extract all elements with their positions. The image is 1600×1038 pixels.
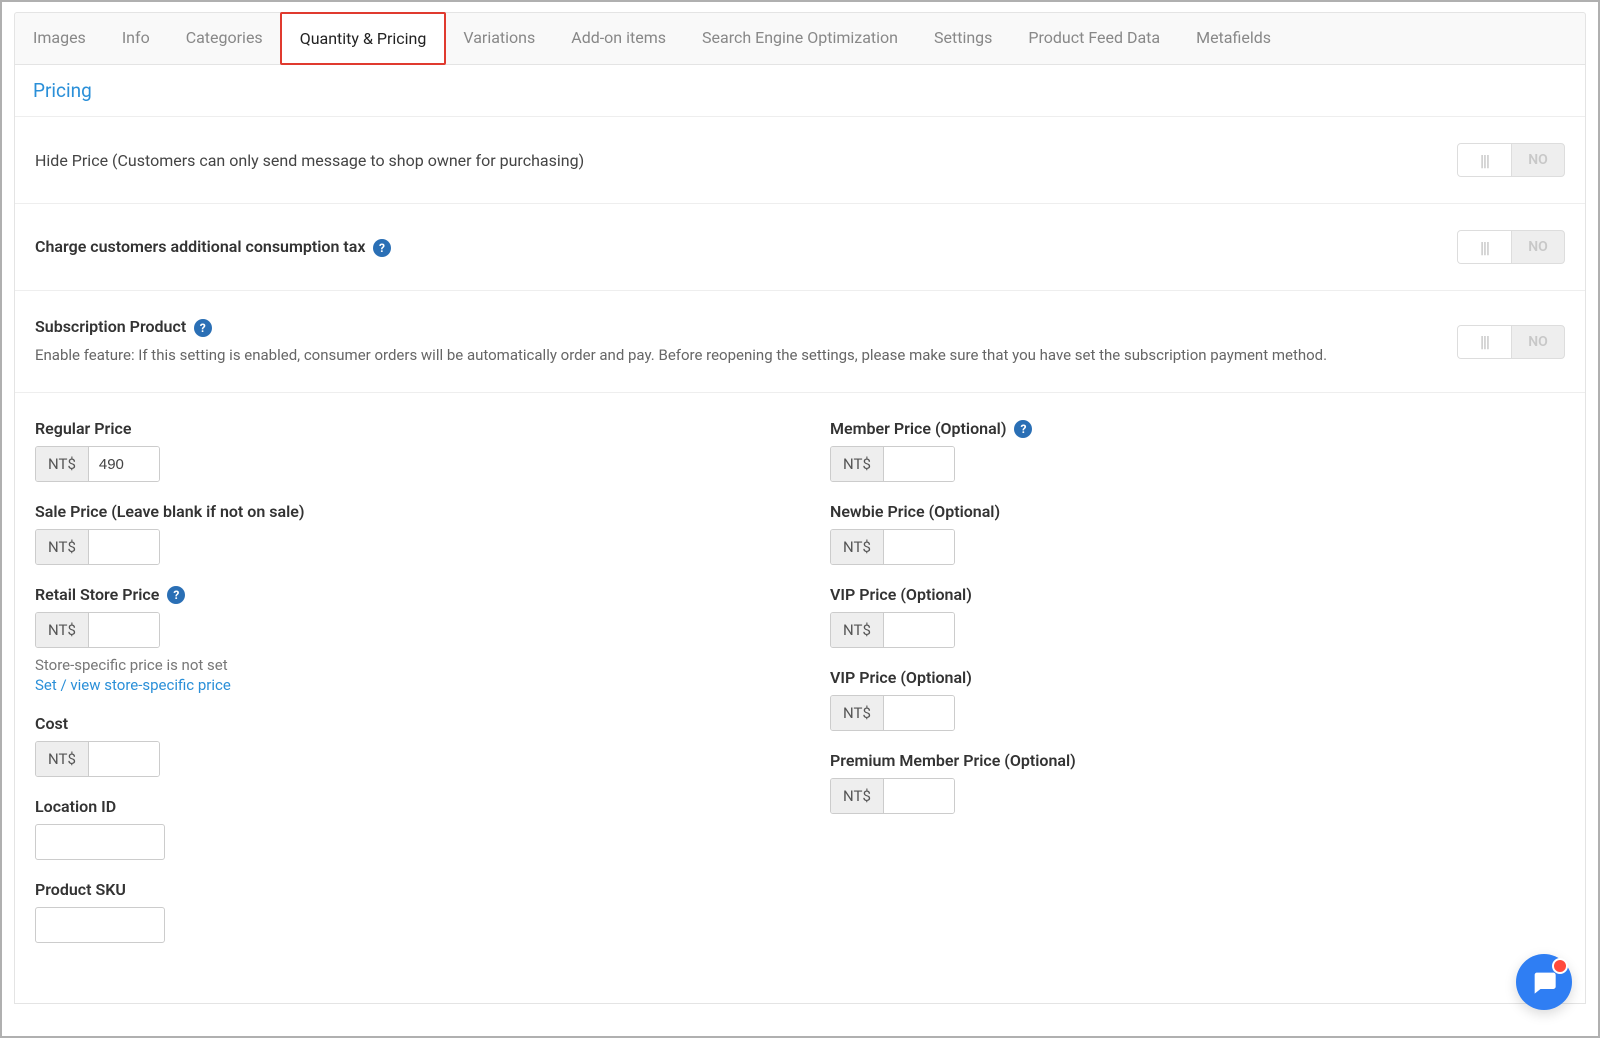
newbie-price-label: Newbie Price (Optional): [830, 502, 1565, 521]
retail-price-label: Retail Store Price: [35, 585, 159, 604]
pricing-section: Pricing Hide Price (Customers can only s…: [14, 65, 1586, 1004]
member-price-label: Member Price (Optional): [830, 419, 1006, 438]
vip-price-2-field: VIP Price (Optional) NT$: [830, 668, 1565, 731]
premium-price-input[interactable]: [884, 779, 954, 813]
help-icon[interactable]: ?: [373, 239, 391, 257]
vip-price-1-field: VIP Price (Optional) NT$: [830, 585, 1565, 648]
regular-price-input[interactable]: [89, 447, 159, 481]
tax-toggle[interactable]: ||| NO: [1457, 230, 1565, 264]
sku-input[interactable]: [35, 907, 165, 943]
subscription-description: Enable feature: If this setting is enabl…: [35, 345, 1427, 366]
sale-price-field: Sale Price (Leave blank if not on sale) …: [35, 502, 770, 565]
section-title: Pricing: [15, 79, 1585, 116]
newbie-price-field: Newbie Price (Optional) NT$: [830, 502, 1565, 565]
help-icon[interactable]: ?: [1014, 420, 1032, 438]
hide-price-label: Hide Price (Customers can only send mess…: [35, 151, 584, 170]
member-price-field: Member Price (Optional) ? NT$: [830, 419, 1565, 482]
toggle-handle-icon: |||: [1458, 231, 1512, 263]
sku-label: Product SKU: [35, 880, 770, 899]
hide-price-row: Hide Price (Customers can only send mess…: [15, 116, 1585, 203]
retail-price-field: Retail Store Price ? NT$ Store-specific …: [35, 585, 770, 694]
chat-icon: [1530, 968, 1558, 996]
chat-widget-button[interactable]: [1516, 954, 1572, 1010]
vip-price-1-label: VIP Price (Optional): [830, 585, 1565, 604]
tab-metafields[interactable]: Metafields: [1178, 13, 1289, 64]
vip-price-1-input[interactable]: [884, 613, 954, 647]
toggle-state: NO: [1512, 152, 1564, 168]
currency-prefix: NT$: [831, 779, 884, 813]
subscription-row: Subscription Product ? Enable feature: I…: [15, 290, 1585, 392]
currency-prefix: NT$: [36, 530, 89, 564]
location-id-input[interactable]: [35, 824, 165, 860]
left-column: Regular Price NT$ Sale Price (Leave blan…: [35, 419, 770, 963]
tab-addon-items[interactable]: Add-on items: [553, 13, 684, 64]
set-store-price-link[interactable]: Set / view store-specific price: [35, 676, 231, 694]
tab-variations[interactable]: Variations: [445, 13, 553, 64]
location-id-field: Location ID: [35, 797, 770, 860]
product-edit-panel: Images Info Categories Quantity & Pricin…: [0, 0, 1600, 1038]
cost-label: Cost: [35, 714, 770, 733]
toggle-state: NO: [1512, 239, 1564, 255]
sku-field: Product SKU: [35, 880, 770, 943]
toggle-handle-icon: |||: [1458, 326, 1512, 358]
regular-price-label: Regular Price: [35, 419, 770, 438]
cost-input[interactable]: [89, 742, 159, 776]
newbie-price-input[interactable]: [884, 530, 954, 564]
tab-info[interactable]: Info: [104, 13, 168, 64]
cost-field: Cost NT$: [35, 714, 770, 777]
currency-prefix: NT$: [36, 447, 89, 481]
tab-seo[interactable]: Search Engine Optimization: [684, 13, 916, 64]
currency-prefix: NT$: [831, 447, 884, 481]
tab-settings[interactable]: Settings: [916, 13, 1010, 64]
subscription-toggle[interactable]: ||| NO: [1457, 325, 1565, 359]
vip-price-2-input[interactable]: [884, 696, 954, 730]
tab-categories[interactable]: Categories: [168, 13, 281, 64]
price-fields: Regular Price NT$ Sale Price (Leave blan…: [15, 392, 1585, 973]
premium-price-field: Premium Member Price (Optional) NT$: [830, 751, 1565, 814]
retail-price-note: Store-specific price is not set: [35, 656, 770, 674]
tax-label: Charge customers additional consumption …: [35, 237, 365, 256]
right-column: Member Price (Optional) ? NT$ Newbie Pri…: [830, 419, 1565, 963]
hide-price-toggle[interactable]: ||| NO: [1457, 143, 1565, 177]
currency-prefix: NT$: [831, 696, 884, 730]
currency-prefix: NT$: [36, 742, 89, 776]
retail-price-input[interactable]: [89, 613, 159, 647]
help-icon[interactable]: ?: [167, 586, 185, 604]
member-price-input[interactable]: [884, 447, 954, 481]
vip-price-2-label: VIP Price (Optional): [830, 668, 1565, 687]
tab-bar: Images Info Categories Quantity & Pricin…: [14, 12, 1586, 65]
regular-price-input-group: NT$: [35, 446, 160, 482]
tab-images[interactable]: Images: [15, 13, 104, 64]
help-icon[interactable]: ?: [194, 319, 212, 337]
regular-price-field: Regular Price NT$: [35, 419, 770, 482]
currency-prefix: NT$: [831, 530, 884, 564]
currency-prefix: NT$: [831, 613, 884, 647]
tab-quantity-pricing[interactable]: Quantity & Pricing: [280, 12, 447, 65]
tab-product-feed[interactable]: Product Feed Data: [1010, 13, 1178, 64]
location-id-label: Location ID: [35, 797, 770, 816]
sale-price-label: Sale Price (Leave blank if not on sale): [35, 502, 770, 521]
sale-price-input[interactable]: [89, 530, 159, 564]
subscription-label: Subscription Product: [35, 317, 186, 336]
premium-price-label: Premium Member Price (Optional): [830, 751, 1565, 770]
tax-row: Charge customers additional consumption …: [15, 203, 1585, 290]
toggle-state: NO: [1512, 334, 1564, 350]
toggle-handle-icon: |||: [1458, 144, 1512, 176]
currency-prefix: NT$: [36, 613, 89, 647]
